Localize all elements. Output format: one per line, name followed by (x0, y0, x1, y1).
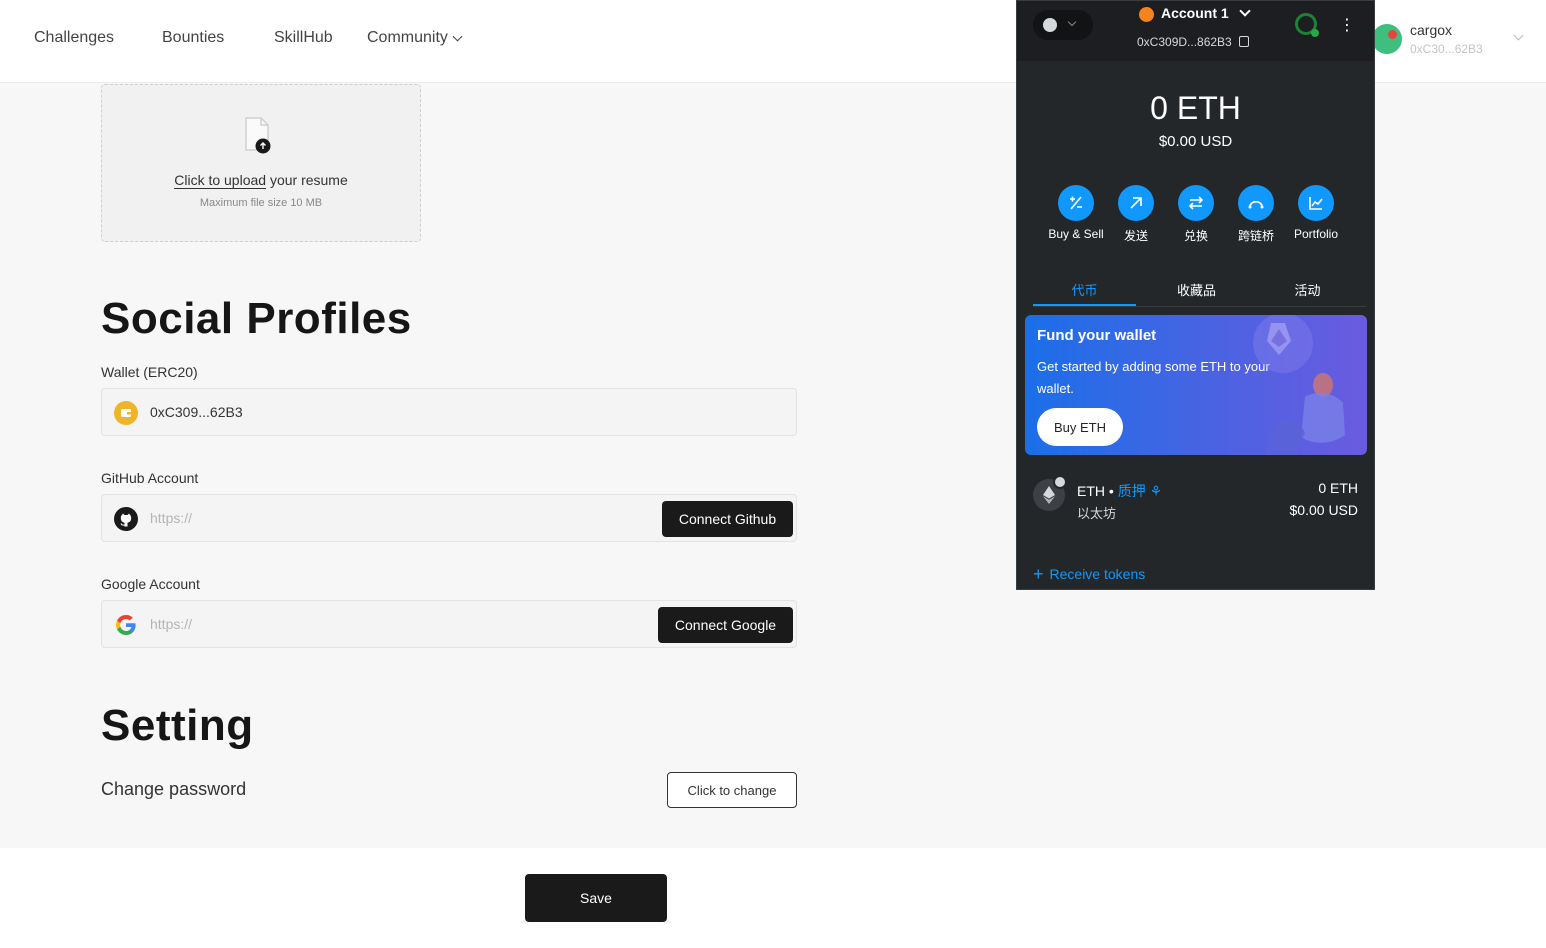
nav-link-community[interactable]: Community (367, 29, 463, 47)
account-avatar-icon (1139, 7, 1154, 22)
user-address: 0xC30...62B3 (1410, 42, 1483, 56)
avatar (1372, 24, 1402, 54)
account-name[interactable]: Account 1 (1161, 5, 1229, 21)
upload-link[interactable]: Click to upload (174, 172, 267, 189)
buy-eth-button[interactable]: Buy ETH (1037, 408, 1123, 446)
buy-sell-icon (1058, 185, 1094, 221)
google-field[interactable]: https:// Connect Google (101, 600, 797, 648)
file-upload-icon (245, 117, 271, 154)
connect-github-button[interactable]: Connect Github (662, 501, 793, 537)
github-label: GitHub Account (101, 470, 199, 486)
chevron-down-icon (1513, 30, 1524, 41)
chevron-down-icon (1067, 17, 1077, 27)
account-address[interactable]: 0xC309D...862B3 (1137, 35, 1232, 49)
resume-upload-dropzone[interactable]: Click to upload your resume Maximum file… (101, 84, 421, 242)
portfolio-label: Portfolio (1293, 227, 1339, 241)
nav-link-bounties[interactable]: Bounties (162, 29, 224, 47)
tab-divider (1033, 306, 1366, 307)
wallet-label: Wallet (ERC20) (101, 364, 198, 380)
eth-token-row[interactable]: ETH • 质押 ⚘ 以太坊 0 ETH $0.00 USD (1017, 471, 1374, 531)
fund-wallet-illustration (1253, 315, 1345, 455)
network-selector[interactable] (1033, 10, 1093, 40)
google-icon (116, 615, 136, 635)
tab-tokens[interactable]: 代币 (1033, 280, 1136, 299)
stake-link[interactable]: 质押 (1118, 483, 1146, 499)
setting-title: Setting (101, 701, 254, 750)
portfolio-button[interactable]: Portfolio (1281, 185, 1351, 241)
wallet-field: 0xC309...62B3 (101, 388, 797, 436)
upload-instruction-rest: your resume (266, 172, 348, 188)
ethereum-network-icon (1043, 18, 1057, 32)
wallet-address-value: 0xC309...62B3 (150, 404, 243, 420)
receive-tokens-link[interactable]: + Receive tokens (1033, 564, 1146, 584)
github-field[interactable]: https:// Connect Github (101, 494, 797, 542)
chevron-down-icon[interactable] (1239, 5, 1251, 17)
token-name: 以太坊 (1077, 506, 1117, 521)
user-menu[interactable]: cargox 0xC30...62B3 (1372, 20, 1542, 64)
bridge-icon (1238, 185, 1274, 221)
change-password-label: Change password (101, 779, 247, 799)
token-symbol: ETH • (1077, 483, 1114, 499)
portfolio-chart-icon (1298, 185, 1334, 221)
metamask-popup: Account 1 0xC309D...862B3 ⋮ 0 ETH $0.00 … (1016, 0, 1375, 590)
copy-icon[interactable] (1239, 36, 1249, 47)
wallet-icon (114, 401, 138, 425)
google-url-input[interactable]: https:// (150, 616, 192, 632)
github-icon (114, 507, 138, 531)
fund-wallet-banner: Fund your wallet Get started by adding s… (1025, 315, 1367, 455)
upload-instruction: Click to upload your resume (102, 172, 420, 189)
save-button[interactable]: Save (525, 874, 667, 922)
connected-site-icon[interactable] (1295, 13, 1319, 37)
github-url-input[interactable]: https:// (150, 510, 192, 526)
plus-icon: + (1033, 564, 1044, 584)
nav-link-community-label: Community (367, 29, 448, 46)
active-tab-indicator (1033, 304, 1136, 306)
connect-google-button[interactable]: Connect Google (658, 607, 793, 643)
send-arrow-icon (1118, 185, 1154, 221)
network-badge-icon (1053, 475, 1067, 489)
metamask-header: Account 1 0xC309D...862B3 ⋮ (1017, 1, 1374, 61)
tab-activity[interactable]: 活动 (1256, 280, 1359, 299)
tab-collectibles[interactable]: 收藏品 (1145, 280, 1248, 299)
upload-size-hint: Maximum file size 10 MB (199, 197, 323, 209)
receive-tokens-label: Receive tokens (1049, 566, 1146, 582)
fund-wallet-title: Fund your wallet (1037, 327, 1157, 344)
nav-link-skillhub[interactable]: SkillHub (274, 29, 333, 47)
token-amount: 0 ETH (1318, 480, 1358, 496)
user-name: cargox (1410, 22, 1453, 38)
swap-icon (1178, 185, 1214, 221)
more-options-icon[interactable]: ⋮ (1339, 15, 1355, 35)
social-profiles-title: Social Profiles (101, 294, 412, 343)
usd-balance: $0.00 USD (1158, 133, 1233, 150)
change-password-button[interactable]: Click to change (667, 772, 797, 808)
token-usd-value: $0.00 USD (1289, 502, 1358, 518)
sprout-icon: ⚘ (1149, 483, 1163, 499)
token-symbol-line: ETH • 质押 ⚘ (1077, 481, 1162, 501)
eth-balance: 0 ETH (1150, 90, 1241, 126)
chevron-down-icon (452, 31, 463, 41)
google-label: Google Account (101, 576, 200, 592)
nav-link-challenges[interactable]: Challenges (34, 29, 114, 47)
